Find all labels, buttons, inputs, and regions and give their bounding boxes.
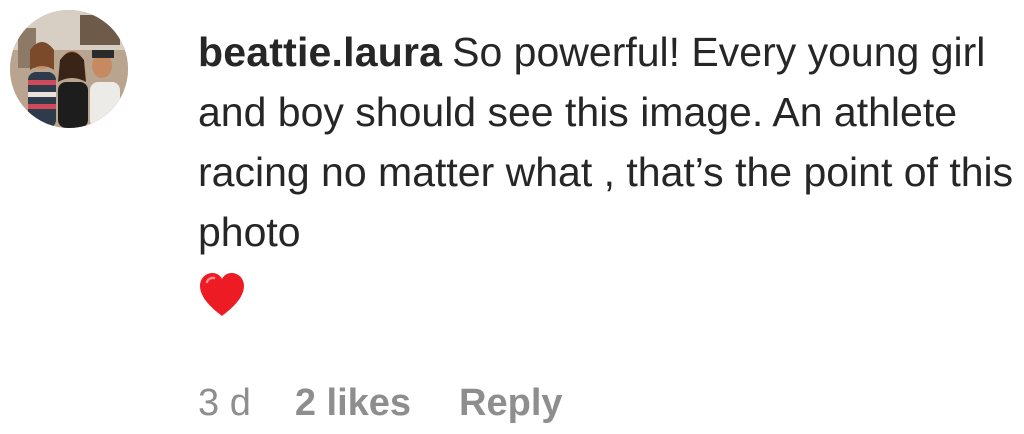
comment-meta: 3 d 2 likes Reply (198, 382, 563, 425)
red-heart-icon (200, 273, 244, 316)
reply-button[interactable]: Reply (459, 382, 562, 425)
comment-body: beattie.laura So powerful! Every young gi… (198, 22, 1018, 322)
avatar[interactable] (10, 10, 128, 128)
comment-emoji-line (198, 262, 1018, 322)
profile-photo-avatar (10, 10, 128, 128)
comment-timestamp[interactable]: 3 d (198, 382, 251, 425)
comment-item: beattie.laura So powerful! Every young gi… (0, 0, 1024, 434)
comment-text: beattie.laura So powerful! Every young gi… (198, 22, 1018, 262)
comment-username[interactable]: beattie.laura (198, 29, 442, 75)
comment-likes-count[interactable]: 2 likes (295, 382, 411, 425)
